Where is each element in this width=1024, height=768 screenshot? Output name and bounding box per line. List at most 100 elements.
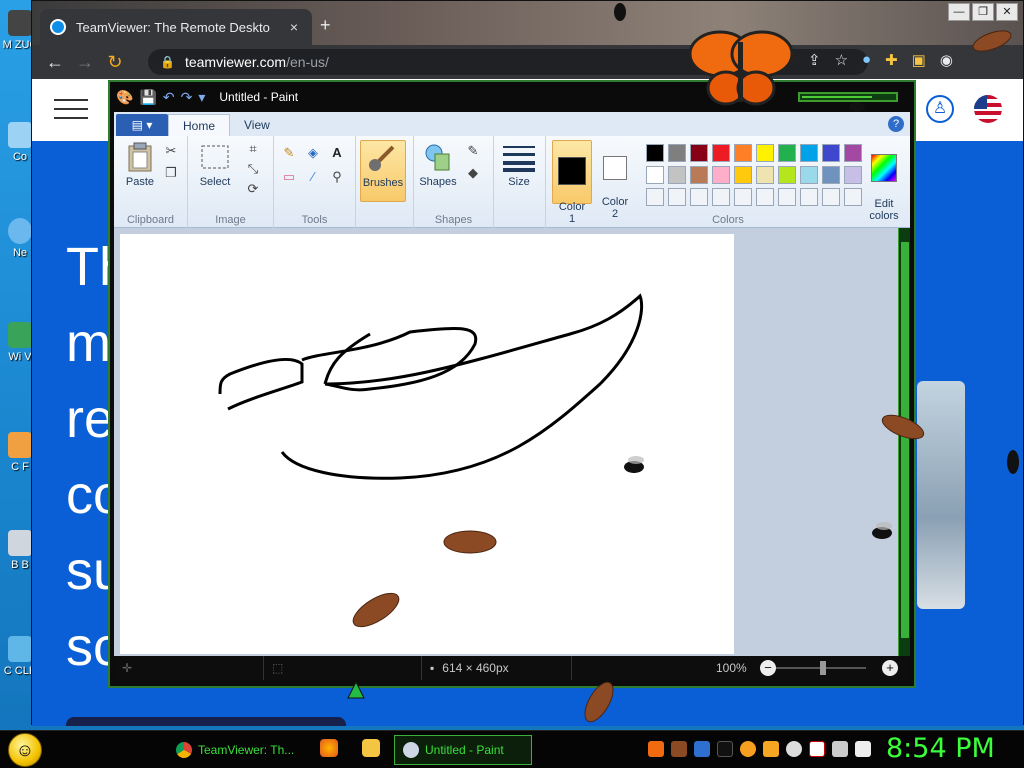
cursor-position-segment: ✛: [114, 656, 264, 680]
forward-icon[interactable]: →: [70, 52, 100, 73]
palette-swatch[interactable]: [734, 166, 752, 184]
palette-swatch[interactable]: [822, 188, 840, 206]
palette-swatch[interactable]: [756, 166, 774, 184]
tab-close-icon[interactable]: ×: [286, 19, 302, 35]
palette-swatch[interactable]: [712, 144, 730, 162]
flag-tray-icon[interactable]: [809, 741, 825, 757]
firefox-icon[interactable]: [320, 739, 338, 757]
shield-icon[interactable]: [694, 741, 710, 757]
fill-bucket-icon[interactable]: ◈: [304, 144, 322, 162]
palette-swatch[interactable]: [778, 166, 796, 184]
file-menu-button[interactable]: ▤ ▾: [116, 114, 168, 136]
palette-swatch[interactable]: [690, 188, 708, 206]
paint-app-icon[interactable]: 🎨: [116, 89, 133, 106]
extensions-icon[interactable]: ✚: [885, 51, 898, 69]
minimize-button[interactable]: —: [948, 3, 970, 21]
taskbar-item-chrome[interactable]: TeamViewer: Th...: [168, 735, 298, 765]
color1-button[interactable]: Color 1: [552, 140, 592, 225]
hamburger-menu-icon[interactable]: [54, 99, 88, 126]
teamviewer-tray-icon[interactable]: [763, 741, 779, 757]
palette-swatch[interactable]: [822, 144, 840, 162]
pencil-icon[interactable]: ✎: [280, 144, 298, 162]
color2-button[interactable]: Color 2: [596, 144, 634, 220]
taskbar-clock[interactable]: 8:54 PM: [886, 733, 995, 764]
magnifier-icon[interactable]: ⚲: [328, 168, 346, 186]
zoom-out-button[interactable]: −: [760, 660, 776, 676]
shapes-button[interactable]: Shapes: [418, 142, 458, 188]
undo-icon[interactable]: ↶: [163, 89, 175, 106]
save-icon[interactable]: 💾: [139, 89, 156, 106]
tab-home[interactable]: Home: [168, 114, 231, 136]
butterfly-tray-icon[interactable]: [648, 741, 664, 757]
palette-swatch[interactable]: [646, 144, 664, 162]
rotate-icon[interactable]: ⟳: [244, 180, 262, 198]
redo-icon[interactable]: ↷: [181, 89, 193, 106]
palette-swatch[interactable]: [646, 166, 664, 184]
palette-swatch[interactable]: [668, 188, 686, 206]
tab-view[interactable]: View: [230, 114, 284, 136]
extension-flag-icon[interactable]: ●: [862, 51, 871, 69]
palette-swatch[interactable]: [712, 166, 730, 184]
customize-dropdown-icon[interactable]: ▾: [198, 89, 205, 106]
palette-swatch[interactable]: [800, 166, 818, 184]
volume-icon[interactable]: [855, 741, 871, 757]
file-explorer-icon[interactable]: [362, 739, 380, 757]
palette-swatch[interactable]: [800, 144, 818, 162]
zoom-in-button[interactable]: +: [882, 660, 898, 676]
palette-swatch[interactable]: [690, 166, 708, 184]
palette-swatch[interactable]: [756, 144, 774, 162]
edit-colors-button[interactable]: Edit colors: [864, 142, 904, 222]
outline-icon[interactable]: ✎: [464, 142, 482, 160]
reload-icon[interactable]: ↻: [100, 52, 130, 73]
select-button[interactable]: Select: [194, 142, 236, 188]
brushes-button[interactable]: Brushes: [360, 140, 406, 202]
cta-banner[interactable]: [66, 717, 346, 726]
palette-swatch[interactable]: [844, 166, 862, 184]
paste-button[interactable]: Paste: [122, 142, 158, 188]
crop-icon[interactable]: ⌗: [244, 140, 262, 158]
resize-icon[interactable]: ⤡: [244, 160, 262, 178]
taskbar-item-paint[interactable]: Untitled - Paint: [394, 735, 532, 765]
zoom-slider-thumb[interactable]: [820, 661, 826, 675]
user-account-icon[interactable]: ♙: [926, 95, 954, 123]
palette-swatch[interactable]: [844, 188, 862, 206]
fill-icon[interactable]: ◆: [464, 164, 482, 182]
eraser-icon[interactable]: ▭: [280, 168, 298, 186]
palette-swatch[interactable]: [844, 144, 862, 162]
start-button-smiley-icon[interactable]: ☺: [8, 733, 42, 767]
drawing-canvas[interactable]: [120, 234, 734, 654]
us-flag-icon[interactable]: [974, 95, 1002, 123]
color-picker-icon[interactable]: ⁄: [304, 168, 322, 186]
text-tool-icon[interactable]: A: [328, 144, 346, 162]
roach-tray-icon[interactable]: [671, 741, 687, 757]
help-icon[interactable]: ?: [888, 116, 904, 132]
cut-icon[interactable]: ✂: [162, 142, 180, 160]
palette-swatch[interactable]: [668, 144, 686, 162]
copy-icon[interactable]: ❐: [162, 164, 180, 182]
size-button[interactable]: Size: [500, 144, 538, 188]
share-icon[interactable]: ⇪: [808, 51, 821, 69]
palette-swatch[interactable]: [800, 188, 818, 206]
palette-swatch[interactable]: [690, 144, 708, 162]
bookmark-star-icon[interactable]: ☆: [835, 51, 848, 69]
palette-swatch[interactable]: [734, 188, 752, 206]
tab-teamviewer[interactable]: TeamViewer: The Remote Deskto ×: [40, 9, 312, 45]
palette-swatch[interactable]: [734, 144, 752, 162]
minus-tray-icon[interactable]: [786, 741, 802, 757]
profile-icon[interactable]: ◉: [940, 51, 953, 69]
back-icon[interactable]: ←: [40, 52, 70, 73]
pointer-tray-icon[interactable]: [717, 741, 733, 757]
search-tray-icon[interactable]: [740, 741, 756, 757]
palette-swatch[interactable]: [712, 188, 730, 206]
new-tab-button[interactable]: +: [320, 15, 331, 36]
palette-swatch[interactable]: [822, 166, 840, 184]
palette-swatch[interactable]: [756, 188, 774, 206]
palette-swatch[interactable]: [778, 188, 796, 206]
palette-swatch[interactable]: [668, 166, 686, 184]
sidebar-icon[interactable]: ▣: [912, 51, 926, 69]
network-tray-icon[interactable]: [832, 741, 848, 757]
maximize-button[interactable]: ❐: [972, 3, 994, 21]
palette-swatch[interactable]: [646, 188, 664, 206]
palette-swatch[interactable]: [778, 144, 796, 162]
close-button[interactable]: ✕: [996, 3, 1018, 21]
